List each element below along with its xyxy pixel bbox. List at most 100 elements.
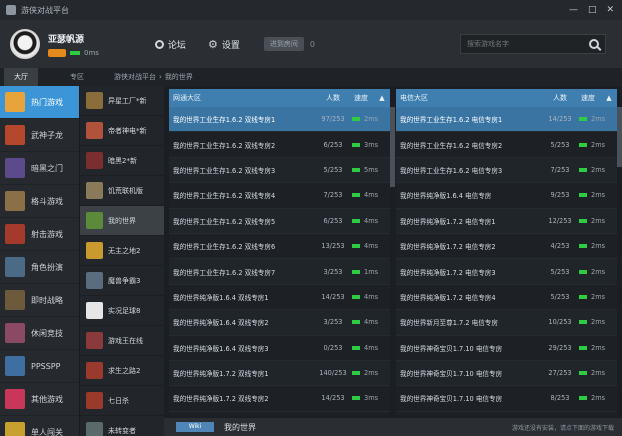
server-row[interactable]: 我的世界工业生存1.6.2 双线专房4 7/253 4ms [169, 183, 390, 209]
count-column-header[interactable]: 人数 [318, 93, 348, 103]
category-icon [5, 92, 25, 112]
search-input[interactable] [467, 40, 577, 48]
signal-icon [352, 193, 360, 198]
signal-icon [579, 371, 587, 376]
server-row[interactable]: 我的世界工业生存1.6.2 双线专房5 6/253 4ms [169, 208, 390, 234]
category-item[interactable]: 格斗游戏 [0, 185, 79, 218]
category-item[interactable]: 热门游戏 [0, 86, 79, 119]
category-label: 热门游戏 [31, 97, 63, 107]
count-column-header[interactable]: 人数 [545, 93, 575, 103]
speed-cell: 2ms [575, 318, 617, 326]
speed-cell: 2ms [575, 217, 617, 225]
game-item[interactable]: 魔兽争霸3 [80, 266, 164, 296]
server-row[interactable]: 我的世界纯净版1.6.4 双线专房2 3/253 4ms [169, 310, 390, 336]
server-name: 我的世界纯净版1.7.2 电信专房2 [400, 243, 496, 252]
server-row[interactable]: 我的世界工业生存1.6.2 双线专房3 5/253 5ms [169, 157, 390, 184]
server-row[interactable]: 我的世界工业生存1.6.2 双线专房2 6/253 3ms [169, 132, 390, 158]
speed-column-header[interactable]: 速度 [348, 93, 374, 103]
player-count: 3/253 [323, 267, 343, 276]
game-icon [86, 362, 103, 379]
search-icon[interactable] [589, 39, 599, 49]
server-name: 我的世界纯净版1.6.4 电信专房 [400, 192, 492, 201]
forum-button[interactable]: 论坛 [154, 38, 186, 51]
server-row[interactable]: 我的世界工业生存1.6.2 电信专房2 5/253 2ms [396, 132, 617, 158]
close-icon[interactable]: ✕ [606, 5, 614, 15]
server-row[interactable]: 我的世界纯净版1.7.2 电信专房2 4/253 2ms [396, 234, 617, 260]
game-item[interactable]: 我的世界 [80, 206, 164, 236]
game-item[interactable]: 游戏王在线 [80, 326, 164, 356]
server-row[interactable]: 我的世界工业生存1.6.2 双线专房7 3/253 1ms [169, 259, 390, 285]
category-item[interactable]: 单人闯关 [0, 416, 79, 436]
latency-text: 2ms [591, 165, 606, 174]
category-icon [5, 356, 25, 376]
speed-column-header[interactable]: 速度 [575, 93, 601, 103]
category-item[interactable]: PPSSPP [0, 350, 79, 383]
server-row[interactable]: 我的世界工业生存1.6.2 电信专房1 14/253 2ms [396, 107, 617, 133]
signal-icon [352, 396, 360, 401]
search-box[interactable] [460, 34, 606, 54]
server-row[interactable]: 我的世界新月至尊1.7.2 电信专房 10/253 2ms [396, 310, 617, 336]
player-count: 8/253 [550, 394, 570, 403]
server-row[interactable]: 我的世界纯净版1.6.4 双线专房1 14/253 4ms [169, 285, 390, 311]
game-item[interactable]: 暗黑2*新 [80, 146, 164, 176]
latency-text: 4ms [364, 216, 379, 225]
server-row[interactable]: 我的世界纯净版1.7.2 电信专房4 5/253 2ms [396, 285, 617, 311]
breadcrumb-root[interactable]: 游侠对战平台 [114, 73, 156, 81]
speed-cell: 4ms [348, 191, 390, 199]
window-controls: — □ ✕ [569, 5, 614, 15]
player-count: 5/253 [550, 140, 570, 149]
settings-button[interactable]: ⚙ 设置 [208, 38, 240, 51]
game-icon [86, 242, 103, 259]
latency-text: 4ms [364, 292, 379, 301]
server-row[interactable]: 我的世界工业生存1.6.2 双线专房6 13/253 4ms [169, 234, 390, 260]
game-info-strip: Wiki 我的世界 游戏还没有安装，请点下面的游戏下载 [164, 418, 622, 436]
game-item[interactable]: 求生之路2 [80, 356, 164, 386]
server-row[interactable]: 我的世界工业生存1.6.2 双线专房1 97/253 2ms [169, 107, 390, 133]
enter-room-button[interactable]: 进到房间 [263, 37, 304, 51]
player-count: 4/253 [550, 242, 570, 251]
sort-arrow-icon[interactable]: ▲ [601, 94, 617, 102]
server-row[interactable]: 我的世界神奇宝贝1.7.10 电信专房 8/253 2ms [396, 386, 617, 412]
category-item[interactable]: 武神子龙 [0, 119, 79, 152]
server-row[interactable]: 我的世界纯净版1.6.4 双线专房3 0/253 4ms [169, 336, 390, 361]
category-item[interactable]: 其他游戏 [0, 383, 79, 416]
tab-zone[interactable]: 专区 [60, 68, 94, 86]
scrollbar[interactable] [617, 107, 622, 167]
game-item[interactable]: 无主之地2 [80, 236, 164, 266]
minimize-icon[interactable]: — [569, 5, 578, 15]
category-item[interactable]: 射击游戏 [0, 218, 79, 251]
scrollbar[interactable] [390, 107, 395, 187]
server-name: 我的世界工业生存1.6.2 双线专房7 [173, 268, 276, 277]
game-item[interactable]: 未转变者 [80, 416, 164, 436]
game-item[interactable]: 帝者神电*新 [80, 116, 164, 146]
category-item[interactable]: 即时战略 [0, 284, 79, 317]
speed-cell: 2ms [575, 166, 617, 174]
category-item[interactable]: 休闲竞技 [0, 317, 79, 350]
game-item[interactable]: 异星工厂*新 [80, 86, 164, 116]
maximize-icon[interactable]: □ [588, 5, 597, 15]
player-count: 5/253 [323, 165, 343, 174]
category-item[interactable]: 暗黑之门 [0, 152, 79, 185]
game-item[interactable]: 饥荒联机版 [80, 176, 164, 206]
server-row[interactable]: 我的世界工业生存1.6.2 电信专房3 7/253 2ms [396, 157, 617, 184]
game-item[interactable]: 七日杀 [80, 386, 164, 416]
server-row[interactable]: 我的世界纯净版1.6.4 电信专房 9/253 2ms [396, 183, 617, 209]
category-item[interactable]: 角色扮演 [0, 251, 79, 284]
game-icon [86, 272, 103, 289]
tab-lobby[interactable]: 大厅 [4, 68, 38, 86]
breadcrumb-separator: › [159, 73, 162, 81]
player-count: 14/253 [548, 115, 572, 124]
game-item[interactable]: 实况足球8 [80, 296, 164, 326]
gear-icon: ⚙ [207, 37, 218, 51]
server-row[interactable]: 我的世界纯净版1.7.2 双线专房2 14/253 3ms [169, 386, 390, 412]
avatar[interactable] [10, 29, 40, 59]
sort-arrow-icon[interactable]: ▲ [374, 94, 390, 102]
speed-cell: 3ms [348, 394, 390, 402]
server-row[interactable]: 我的世界纯净版1.7.2 电信专房3 5/253 2ms [396, 259, 617, 285]
server-row[interactable]: 我的世界神奇宝贝1.7.10 电信专房 29/253 2ms [396, 336, 617, 361]
server-row[interactable]: 我的世界纯净版1.7.2 电信专房1 12/253 2ms [396, 208, 617, 234]
server-row[interactable]: 我的世界神奇宝贝1.7.10 电信专房 27/253 2ms [396, 360, 617, 387]
signal-icon [579, 294, 587, 299]
category-icon [5, 290, 25, 310]
server-row[interactable]: 我的世界纯净版1.7.2 双线专房1 140/253 2ms [169, 360, 390, 387]
